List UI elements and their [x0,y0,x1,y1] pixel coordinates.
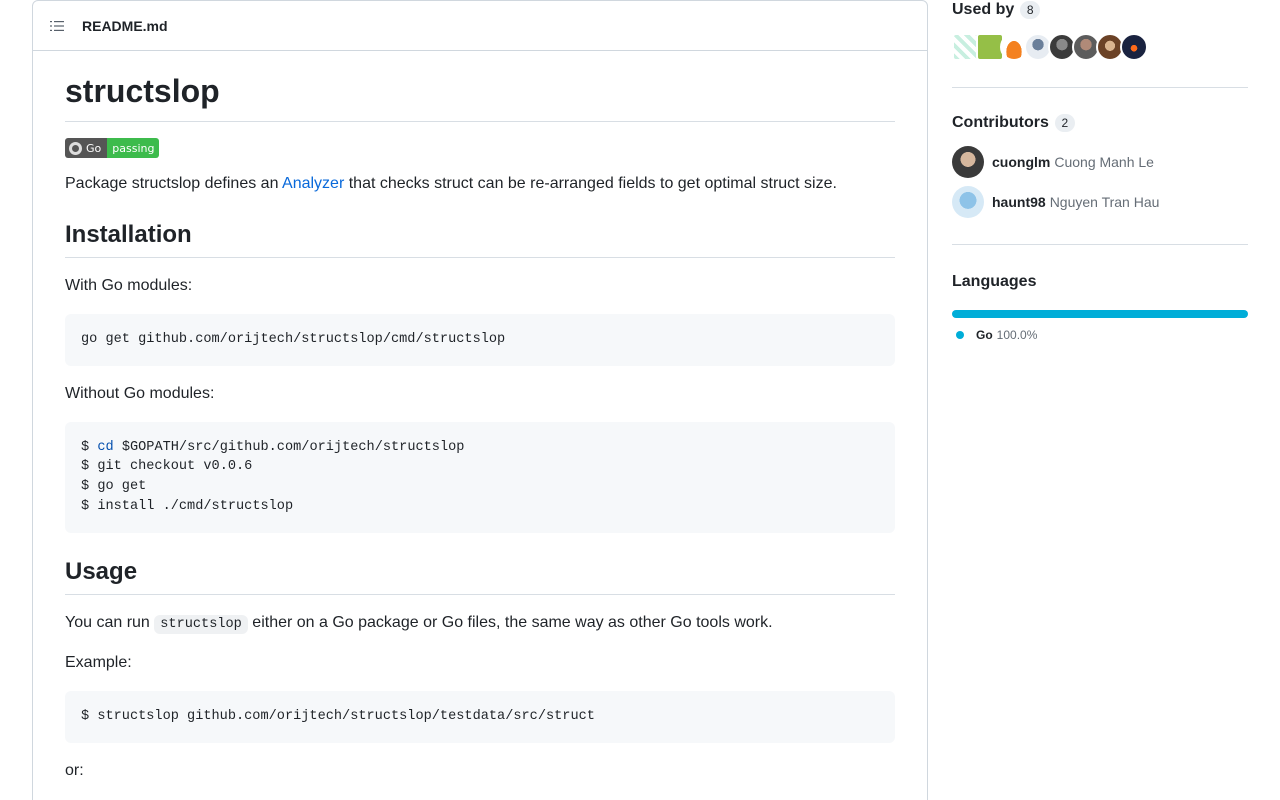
contributors-count: 2 [1054,114,1075,132]
language-percent: 100.0% [996,328,1038,342]
code-line: $ install ./cmd/structslop [81,499,293,514]
code-rest: git checkout v0.0.6 [97,459,253,475]
language-color-dot [956,331,964,339]
code-block-with-modules: go get github.com/orijtech/structslop/cm… [65,314,895,366]
code-rest: go get [97,479,147,495]
example-label: Example: [65,653,132,671]
readme-body: structslop Go passing Package structslop… [33,51,927,783]
prompt: $ [81,498,98,514]
or-label: or: [65,761,84,779]
prompt: $ [81,459,98,475]
readme-panel: README.md structslop Go passing Package … [32,0,928,800]
list-unordered-icon[interactable] [49,18,65,34]
code-rest: $GOPATH/src/github.com/orijtech/structsl… [113,439,465,455]
badge-right-label: passing [107,138,160,158]
without-modules-label: Without Go modules: [65,384,215,402]
language-bar [952,310,1248,318]
code-line: $ git checkout v0.0.6 [81,459,252,474]
usage-heading: Usage [65,557,895,595]
code-rest: install ./cmd/structslop [97,498,294,514]
badge-left-label: Go [86,141,102,155]
readme-filename[interactable]: README.md [82,18,168,34]
analyzer-link[interactable]: Analyzer [282,175,344,192]
language-item[interactable]: Go 100.0% [952,328,1248,342]
contributor-name: Cuong Manh Le [1054,154,1154,170]
contributor-login[interactable]: cuonglm [992,154,1050,170]
ci-status-badge[interactable]: Go passing [65,138,160,158]
github-icon [69,141,82,155]
prompt: $ [81,439,98,455]
dependent-avatar[interactable] [1120,33,1148,61]
keyword: cd [97,439,114,455]
used-by-label: Used by [952,1,1015,18]
contributor-login[interactable]: haunt98 [992,194,1046,210]
inline-code: structslop [154,614,248,634]
contributors-heading[interactable]: Contributors 2 [952,114,1248,132]
with-modules-label: With Go modules: [65,277,193,294]
contributors-label: Contributors [952,114,1049,131]
languages-heading: Languages [952,273,1037,290]
used-by-heading[interactable]: Used by 8 [952,1,1248,19]
usage-text-before: You can run [65,613,155,631]
badge-left: Go [65,138,108,158]
intro-paragraph: Package structslop defines an Analyzer t… [65,172,895,196]
code-block-without-modules: $ cd $GOPATH/src/github.com/orijtech/str… [65,421,895,533]
readme-title: structslop [65,71,895,122]
repo-sidebar: Used by 8 Contributors 2 cuonglm Cuong M… [952,0,1248,342]
code-line: $ go get [81,479,146,494]
readme-header: README.md [33,1,927,51]
installation-heading: Installation [65,220,895,258]
used-by-count: 8 [1020,1,1041,19]
intro-text-after: that checks struct can be re-arranged fi… [344,175,837,192]
usage-paragraph: You can run structslop either on a Go pa… [65,611,895,635]
contributor-name: Nguyen Tran Hau [1049,194,1160,210]
avatar [952,186,984,218]
languages-section: Languages Go 100.0% [952,245,1248,342]
used-by-avatars [952,33,1248,61]
language-name: Go [976,328,993,342]
contributor-item[interactable]: cuonglm Cuong Manh Le [952,142,1248,182]
prompt: $ [81,479,98,495]
intro-text-before: Package structslop defines an [65,175,283,192]
code-block-example: $ structslop github.com/orijtech/structs… [65,690,895,743]
usage-text-after: either on a Go package or Go files, the … [247,613,773,631]
used-by-section: Used by 8 [952,0,1248,88]
contributors-section: Contributors 2 cuonglm Cuong Manh Le hau… [952,88,1248,245]
avatar [952,146,984,178]
contributor-item[interactable]: haunt98 Nguyen Tran Hau [952,182,1248,222]
code-line: $ cd $GOPATH/src/github.com/orijtech/str… [81,440,464,455]
